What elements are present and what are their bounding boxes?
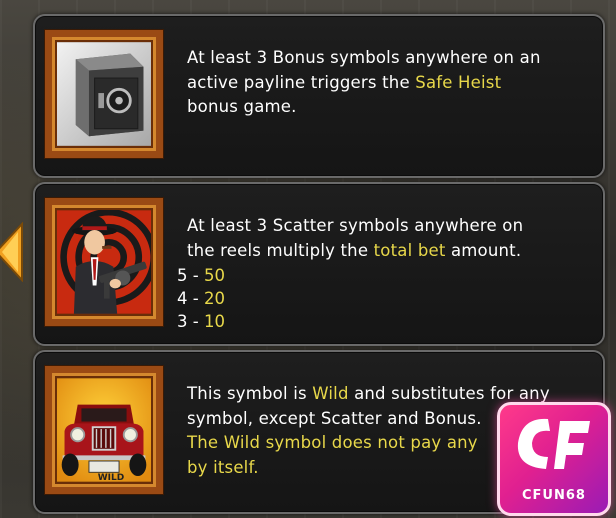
pay-count: 5 bbox=[177, 266, 188, 285]
total-bet-highlight: total bet bbox=[373, 240, 446, 260]
pay-separator: - bbox=[187, 289, 204, 308]
pay-value: 10 bbox=[203, 312, 225, 331]
bonus-line-3: bonus game. bbox=[187, 97, 297, 116]
wild-symbol-frame: WILD bbox=[45, 366, 163, 494]
pay-value: 50 bbox=[203, 266, 225, 285]
wild-line-1-text: This symbol is bbox=[187, 384, 313, 403]
pay-separator: - bbox=[187, 266, 204, 285]
bonus-description: At least 3 Bonus symbols anywhere on an … bbox=[187, 46, 592, 120]
scatter-line-2-text: the reels multiply the bbox=[187, 240, 374, 260]
safe-heist-highlight: Safe Heist bbox=[415, 72, 502, 92]
bonus-symbol-panel: At least 3 Bonus symbols anywhere on an … bbox=[33, 14, 605, 178]
bonus-line-2-text: active payline triggers the bbox=[187, 72, 416, 92]
cf-watermark-logo: CFUN68 bbox=[497, 402, 611, 516]
vintage-car-icon bbox=[57, 378, 151, 482]
scatter-symbol-frame bbox=[45, 198, 163, 326]
pay-separator: - bbox=[187, 312, 204, 331]
scatter-symbol-panel: At least 3 Scatter symbols anywhere on t… bbox=[33, 182, 605, 346]
scatter-line-2-end: amount. bbox=[445, 240, 522, 260]
pay-row: 3 - 10 bbox=[177, 310, 225, 333]
wild-line-1-end: and substitutes for any bbox=[348, 384, 550, 403]
wild-highlight: Wild bbox=[312, 384, 349, 403]
pay-row: 4 - 20 bbox=[177, 287, 225, 310]
prev-page-arrow-icon[interactable] bbox=[0, 222, 24, 282]
wild-plate-label: WILD bbox=[97, 473, 125, 482]
gangster-icon bbox=[57, 210, 151, 314]
pay-count: 4 bbox=[177, 289, 188, 308]
bonus-line-1: At least 3 Bonus symbols anywhere on an bbox=[187, 48, 541, 67]
scatter-line-2: the reels multiply the total bet amount. bbox=[187, 239, 592, 264]
cf-logo-icon bbox=[517, 418, 590, 469]
pay-count: 3 bbox=[177, 312, 188, 331]
scatter-description: At least 3 Scatter symbols anywhere on t… bbox=[187, 214, 592, 263]
scatter-line-1: At least 3 Scatter symbols anywhere on bbox=[187, 216, 524, 235]
scatter-paytable: 5 - 50 4 - 20 3 - 10 bbox=[177, 264, 225, 333]
bonus-line-2: active payline triggers the Safe Heist bbox=[187, 71, 592, 96]
watermark-label: CFUN68 bbox=[522, 488, 586, 503]
safe-icon bbox=[57, 42, 151, 146]
pay-row: 5 - 50 bbox=[177, 264, 225, 287]
bonus-symbol-frame bbox=[45, 30, 163, 158]
pay-value: 20 bbox=[203, 289, 225, 308]
